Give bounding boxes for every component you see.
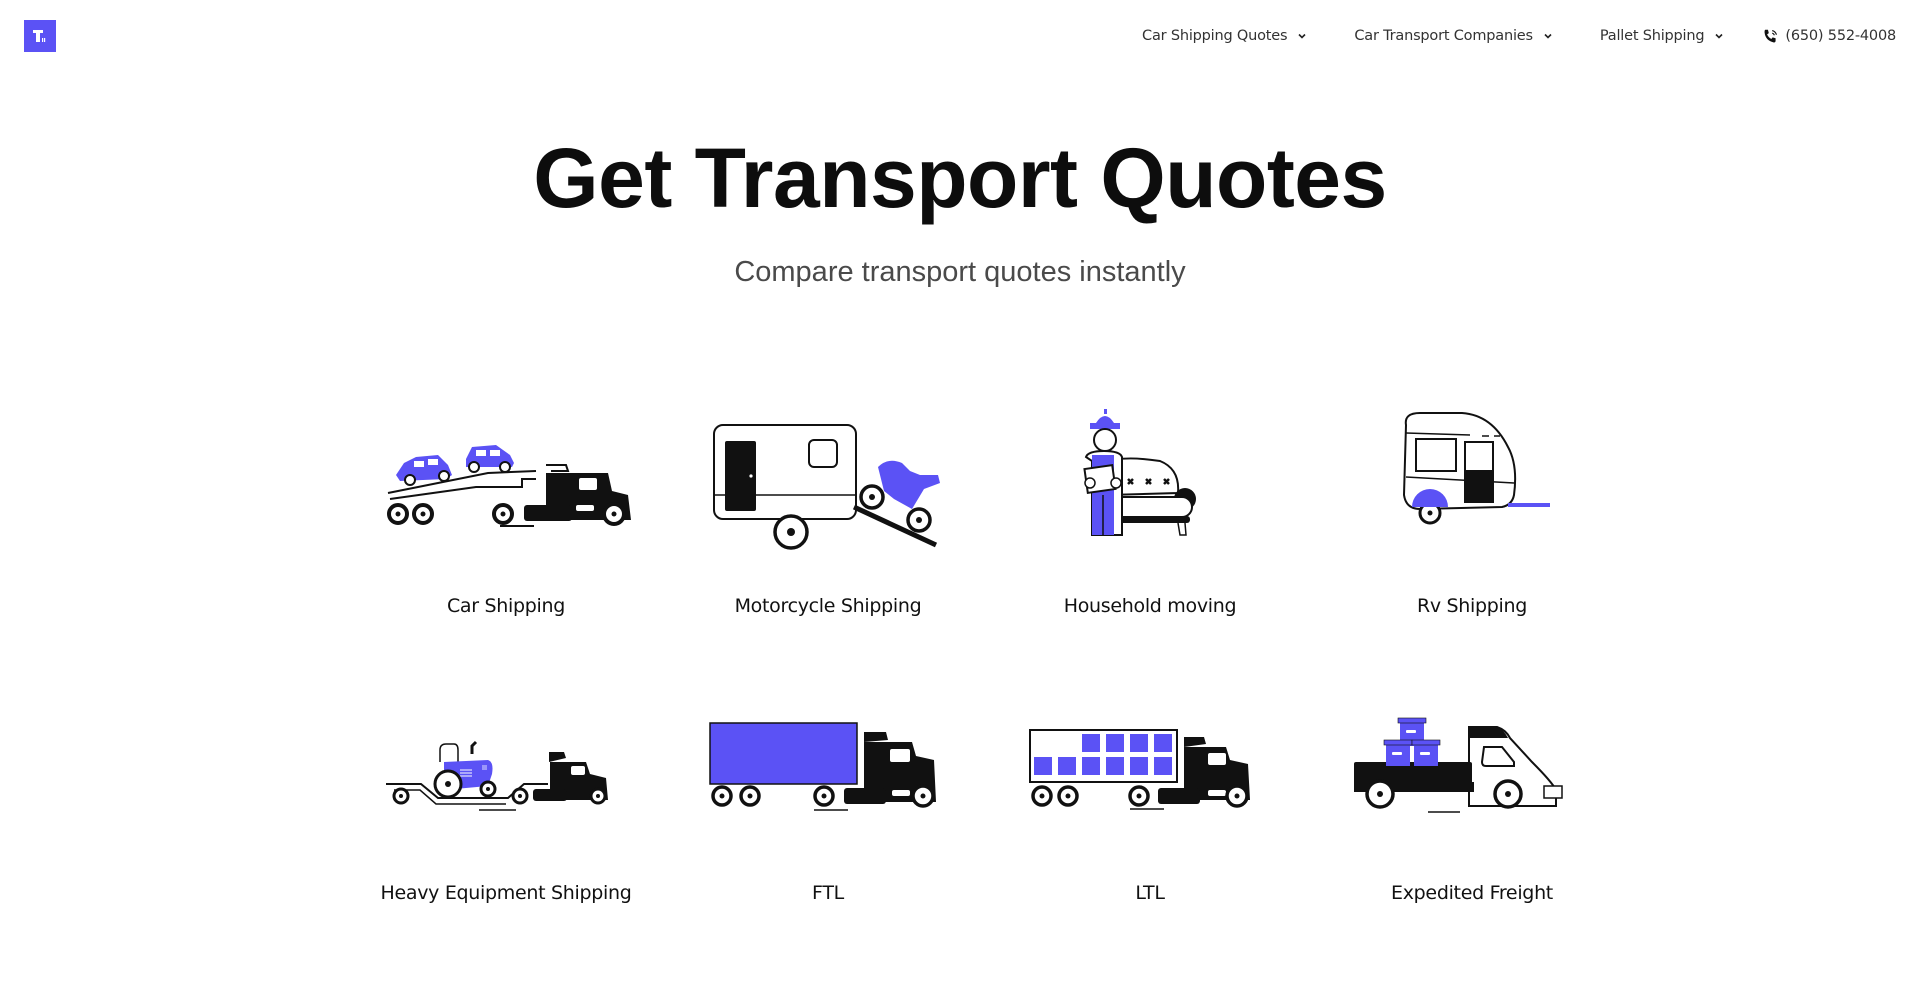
service-card-ltl[interactable]: LTL (989, 682, 1311, 969)
home-logo[interactable] (24, 20, 56, 52)
service-card-expedited-freight[interactable]: Expedited Freight (1311, 682, 1633, 969)
service-card-ftl[interactable]: FTL (667, 682, 989, 969)
main-nav: Car Shipping Quotes Car Transport Compan… (1142, 24, 1896, 48)
nav-pallet-shipping[interactable]: Pallet Shipping (1600, 28, 1725, 44)
logo-mark-icon (33, 30, 46, 42)
service-card-household-moving[interactable]: Household moving (989, 395, 1311, 682)
service-card-car-shipping[interactable]: Car Shipping (345, 395, 667, 682)
phone-link[interactable]: (650) 552-4008 (1762, 28, 1896, 45)
service-label: Expedited Freight (1391, 882, 1553, 904)
service-label: Motorcycle Shipping (734, 595, 922, 617)
service-card-motorcycle-shipping[interactable]: Motorcycle Shipping (667, 395, 989, 682)
service-label: Car Shipping (446, 595, 566, 617)
less-than-truckload-icon (1029, 729, 1250, 810)
service-label: FTL (812, 882, 844, 904)
chevron-down-icon (1715, 33, 1723, 39)
phone-number: (650) 552-4008 (1785, 28, 1896, 44)
full-truckload-icon (709, 722, 936, 811)
phone-icon (1764, 29, 1778, 42)
motorcycle-trailer-icon (713, 424, 940, 550)
nav-item-label: Car Shipping Quotes (1142, 28, 1288, 44)
nav-car-shipping-quotes[interactable]: Car Shipping Quotes (1142, 28, 1307, 44)
chevron-down-icon (1298, 33, 1306, 39)
page-subtitle: Compare transport quotes instantly (734, 256, 1186, 288)
car-carrier-truck-icon (387, 445, 631, 527)
delivery-van-boxes-icon (1354, 717, 1563, 813)
nav-item-label: Pallet Shipping (1599, 28, 1705, 44)
rv-camper-icon (1402, 412, 1550, 525)
chevron-down-icon (1544, 33, 1552, 39)
service-card-rv-shipping[interactable]: Rv Shipping (1311, 395, 1633, 682)
service-card-heavy-equipment-shipping[interactable]: Heavy Equipment Shipping (345, 682, 667, 969)
page-title: Get Transport Quotes (533, 131, 1387, 225)
services-grid: Car Shipping Motorcycle Shipping Househo… (345, 395, 1625, 969)
nav-car-transport-companies[interactable]: Car Transport Companies (1354, 28, 1553, 44)
mover-with-sofa-icon (1083, 409, 1196, 536)
service-label: Household moving (1063, 595, 1237, 617)
service-label: Heavy Equipment Shipping (380, 882, 632, 904)
tractor-lowboy-truck-icon (386, 740, 608, 811)
nav-item-label: Car Transport Companies (1354, 28, 1533, 44)
service-label: Rv Shipping (1416, 595, 1528, 617)
service-label: LTL (1135, 882, 1165, 904)
